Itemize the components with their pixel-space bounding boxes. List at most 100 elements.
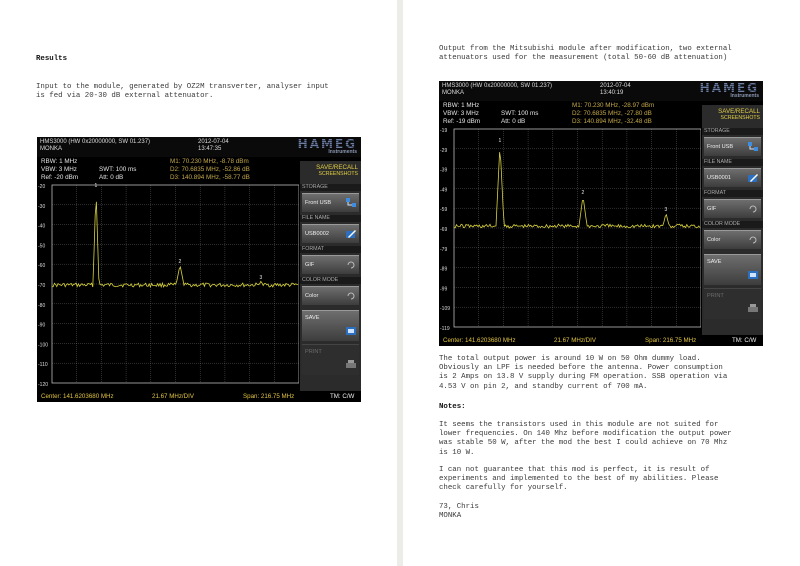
marker-m1-readout: M1: 70.230 MHz, -8.78 dBm — [170, 158, 249, 165]
grid-lines — [453, 128, 701, 328]
span-text: Span: 216.75 MHz — [645, 337, 697, 344]
div-text: 21.67 MHz/DIV — [152, 393, 194, 400]
analyzer-params: RBW: 1 MHz VBW: 3 MHz Ref: -20 dBm SWT: … — [37, 157, 294, 181]
marker-label: 3 — [665, 207, 668, 213]
analyzer-footer: Center: 141.6203680 MHz 21.67 MHz/DIV Sp… — [37, 392, 361, 402]
print-button[interactable]: PRINT — [302, 344, 359, 375]
cycle-icon — [347, 261, 355, 269]
y-tick-label: -49 — [440, 187, 447, 193]
save-recall-menu: SAVE/RECALL SCREENSHOTS STORAGE Front US… — [300, 161, 361, 391]
storage-label: STORAGE — [300, 184, 361, 191]
rbw-text: RBW: 1 MHz — [41, 158, 78, 165]
analyzer-header: HMS3000 (HW 0x20000000, SW 01.237) MONKA … — [37, 137, 361, 157]
marker-d2-readout: D2: 70.6835 MHz, -27.80 dB — [572, 110, 652, 117]
save-button[interactable]: SAVE — [302, 310, 359, 341]
save-screenshot-icon — [748, 271, 758, 279]
cycle-icon — [749, 205, 757, 213]
date-text: 2012-07-04 — [198, 139, 229, 145]
rbw-text: RBW: 1 MHz — [443, 102, 480, 109]
usb-icon — [346, 198, 356, 207]
y-tick-label: -90 — [38, 323, 45, 329]
menu-title: SAVE/RECALL — [718, 108, 760, 115]
y-tick-label: -79 — [440, 247, 447, 253]
marker-d2-readout: D2: 70.6835 MHz, -52.86 dB — [170, 166, 250, 173]
marker-d3-readout: D3: 140.894 MHz, -58.77 dB — [170, 174, 250, 181]
y-tick-label: -20 — [38, 184, 45, 190]
time-text: 13:47:35 — [198, 146, 222, 152]
power-paragraph: The total output power is around 10 W on… — [439, 355, 728, 391]
right-intro-text: Output from the Mitsubishi module after … — [439, 45, 732, 63]
left-intro-text: Input to the module, generated by OZ2M t… — [36, 83, 329, 101]
colormode-label: COLOR MODE — [702, 221, 763, 228]
storage-button[interactable]: Front USB — [302, 193, 359, 212]
save-screenshot-icon — [346, 327, 356, 335]
y-axis-labels: -19 -29 -39 -49 -59 -69 -79 -89 -99 -109 -119 — [440, 128, 450, 332]
filename-label: FILE NAME — [300, 215, 361, 222]
y-tick-label: -59 — [440, 207, 447, 213]
div-text: 21.67 MHz/DIV — [554, 337, 596, 344]
y-tick-label: -120 — [38, 382, 48, 388]
vbw-text: VBW: 3 MHz — [41, 166, 77, 173]
analyzer-footer: Center: 141.6203680 MHz 21.67 MHz/DIV Sp… — [439, 336, 763, 346]
right-page: Output from the Mitsubishi module after … — [403, 0, 800, 566]
span-text: Span: 216.75 MHz — [243, 393, 295, 400]
y-tick-label: -89 — [440, 267, 447, 273]
filename-button[interactable]: USB0002 — [302, 224, 359, 243]
y-tick-label: -69 — [440, 227, 447, 233]
notes-paragraph-2: I can not guarantee that this mod is per… — [439, 466, 719, 493]
notes-heading: Notes: — [439, 403, 466, 411]
print-button[interactable]: PRINT — [704, 288, 761, 319]
model-text: HMS3000 (HW 0x20000000, SW 01.237) — [442, 83, 553, 89]
menu-title: SAVE/RECALL — [316, 164, 358, 171]
att-text: Att: 0 dB — [501, 118, 526, 125]
y-tick-label: -110 — [38, 362, 48, 368]
center-freq-text: Center: 141.6203680 MHz — [443, 337, 516, 344]
format-button[interactable]: GIF — [704, 199, 761, 218]
save-recall-menu: SAVE/RECALL SCREENSHOTS STORAGE Front US… — [702, 105, 763, 335]
center-freq-text: Center: 141.6203680 MHz — [41, 393, 114, 400]
colormode-button[interactable]: Color — [704, 230, 761, 249]
colormode-label: COLOR MODE — [300, 277, 361, 284]
cycle-icon — [347, 292, 355, 300]
menu-subtitle: SCREENSHOTS — [318, 171, 359, 177]
y-tick-label: -70 — [38, 283, 45, 289]
marker-label: 1 — [95, 183, 98, 189]
analyzer-params: RBW: 1 MHz VBW: 3 MHz Ref: -19 dBm SWT: … — [439, 101, 696, 125]
vbw-text: VBW: 3 MHz — [443, 110, 479, 117]
att-text: Att: 0 dB — [99, 174, 124, 181]
swt-text: SWT: 100 ms — [99, 166, 137, 173]
hameg-logo: HAMEG Instruments — [261, 138, 357, 155]
usb-icon — [748, 142, 758, 151]
hameg-logo: HAMEG Instruments — [663, 82, 759, 99]
date-text: 2012-07-04 — [600, 83, 631, 89]
format-label: FORMAT — [702, 190, 763, 197]
filename-button[interactable]: USB0001 — [704, 168, 761, 187]
format-label: FORMAT — [300, 246, 361, 253]
save-button[interactable]: SAVE — [704, 254, 761, 285]
y-tick-label: -60 — [38, 263, 45, 269]
cycle-icon — [749, 236, 757, 244]
y-tick-label: -99 — [440, 286, 447, 292]
signoff-text: 73, Chris MONKA — [439, 503, 479, 521]
marker-d3-readout: D3: 140.894 MHz, -32.48 dB — [572, 118, 652, 125]
swt-text: SWT: 100 ms — [501, 110, 539, 117]
user-text: MONKA — [40, 146, 63, 152]
edit-icon — [748, 174, 758, 182]
ref-text: Ref: -19 dBm — [443, 118, 481, 125]
analyzer-header: HMS3000 (HW 0x20000000, SW 01.237) MONKA … — [439, 81, 763, 101]
printer-icon — [346, 360, 356, 368]
marker-labels: 1 2 3 — [95, 183, 263, 281]
spectrum-grid: -19 -29 -39 -49 -59 -69 -79 -89 -99 -109 -119 1 2 3 — [439, 127, 701, 335]
spectrum-trace — [453, 152, 701, 229]
storage-button[interactable]: Front USB — [704, 137, 761, 156]
y-tick-label: -40 — [38, 224, 45, 230]
marker-label: 3 — [260, 275, 263, 281]
format-button[interactable]: GIF — [302, 255, 359, 274]
spectrum-grid: -20 -30 -40 -50 -60 -70 -80 -90 -100 -110 -120 1 2 3 — [37, 183, 299, 391]
trace-mode-text: TM: C/W — [732, 337, 757, 344]
edit-icon — [346, 230, 356, 238]
y-tick-label: -109 — [440, 306, 450, 312]
analyzer-screenshot-input: HMS3000 (HW 0x20000000, SW 01.237) MONKA … — [37, 137, 361, 402]
colormode-button[interactable]: Color — [302, 286, 359, 305]
y-axis-labels: -20 -30 -40 -50 -60 -70 -80 -90 -100 -110 -120 — [38, 184, 48, 388]
